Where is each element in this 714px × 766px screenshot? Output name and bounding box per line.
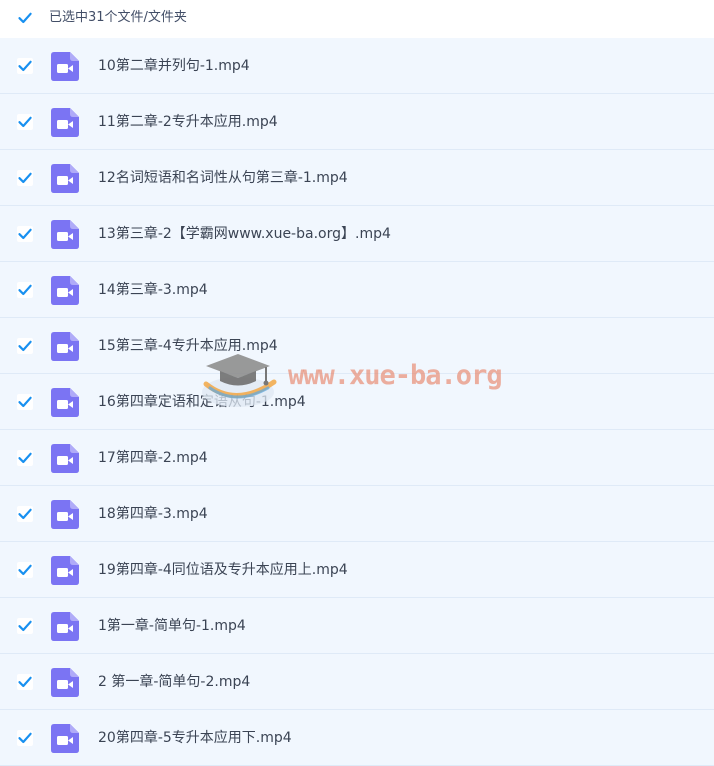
file-row[interactable]: 1第一章-简单句-1.mp4 <box>0 598 714 654</box>
check-icon <box>18 340 32 352</box>
file-name[interactable]: 10第二章并列句-1.mp4 <box>98 56 250 76</box>
file-row[interactable]: 14第三章-3.mp4 <box>0 262 714 318</box>
file-checkbox[interactable] <box>17 506 33 522</box>
video-file-icon <box>51 276 79 305</box>
video-file-icon <box>51 164 79 193</box>
file-checkbox[interactable] <box>17 58 33 74</box>
check-icon <box>18 60 32 72</box>
file-checkbox[interactable] <box>17 394 33 410</box>
file-name[interactable]: 16第四章定语和定语从句-1.mp4 <box>98 392 306 412</box>
check-icon <box>18 732 32 744</box>
video-file-icon <box>51 388 79 417</box>
file-name[interactable]: 19第四章-4同位语及专升本应用上.mp4 <box>98 560 348 580</box>
file-row[interactable]: 15第三章-4专升本应用.mp4 <box>0 318 714 374</box>
file-row[interactable]: 11第二章-2专升本应用.mp4 <box>0 94 714 150</box>
video-file-icon <box>51 220 79 249</box>
file-row[interactable]: 20第四章-5专升本应用下.mp4 <box>0 710 714 766</box>
file-name[interactable]: 17第四章-2.mp4 <box>98 448 208 468</box>
video-file-icon <box>51 332 79 361</box>
video-file-icon <box>51 612 79 641</box>
video-file-icon <box>51 444 79 473</box>
check-icon <box>18 396 32 408</box>
file-list: 10第二章并列句-1.mp4 11第二章-2专升本应用.mp4 12名词短语和名词性… <box>0 38 714 766</box>
file-checkbox[interactable] <box>17 226 33 242</box>
file-checkbox[interactable] <box>17 114 33 130</box>
file-name[interactable]: 12名词短语和名词性从句第三章-1.mp4 <box>98 168 348 188</box>
file-checkbox[interactable] <box>17 562 33 578</box>
file-checkbox[interactable] <box>17 170 33 186</box>
file-checkbox[interactable] <box>17 282 33 298</box>
file-row[interactable]: 10第二章并列句-1.mp4 <box>0 38 714 94</box>
select-all-checkbox[interactable] <box>17 10 33 26</box>
file-name[interactable]: 1第一章-简单句-1.mp4 <box>98 616 246 636</box>
file-name[interactable]: 20第四章-5专升本应用下.mp4 <box>98 728 292 748</box>
file-row[interactable]: 13第三章-2【学霸网www.xue-ba.org】.mp4 <box>0 206 714 262</box>
file-row[interactable]: 12名词短语和名词性从句第三章-1.mp4 <box>0 150 714 206</box>
file-name[interactable]: 11第二章-2专升本应用.mp4 <box>98 112 278 132</box>
file-checkbox[interactable] <box>17 338 33 354</box>
file-name[interactable]: 18第四章-3.mp4 <box>98 504 208 524</box>
file-name[interactable]: 15第三章-4专升本应用.mp4 <box>98 336 278 356</box>
check-icon <box>18 508 32 520</box>
selection-header: 已选中31个文件/文件夹 <box>0 0 714 38</box>
file-row[interactable]: 16第四章定语和定语从句-1.mp4 <box>0 374 714 430</box>
file-name[interactable]: 14第三章-3.mp4 <box>98 280 208 300</box>
check-icon <box>18 676 32 688</box>
check-icon <box>18 116 32 128</box>
file-checkbox[interactable] <box>17 674 33 690</box>
file-name[interactable]: 13第三章-2【学霸网www.xue-ba.org】.mp4 <box>98 224 391 244</box>
file-row[interactable]: 18第四章-3.mp4 <box>0 486 714 542</box>
check-icon <box>18 564 32 576</box>
file-row[interactable]: 19第四章-4同位语及专升本应用上.mp4 <box>0 542 714 598</box>
video-file-icon <box>51 556 79 585</box>
check-icon <box>18 452 32 464</box>
video-file-icon <box>51 500 79 529</box>
file-checkbox[interactable] <box>17 450 33 466</box>
file-checkbox[interactable] <box>17 730 33 746</box>
selection-count-label: 已选中31个文件/文件夹 <box>49 10 187 25</box>
check-icon <box>18 228 32 240</box>
check-icon <box>18 12 32 24</box>
check-icon <box>18 172 32 184</box>
check-icon <box>18 284 32 296</box>
video-file-icon <box>51 108 79 137</box>
file-checkbox[interactable] <box>17 618 33 634</box>
file-row[interactable]: 17第四章-2.mp4 <box>0 430 714 486</box>
file-row[interactable]: 2 第一章-简单句-2.mp4 <box>0 654 714 710</box>
check-icon <box>18 620 32 632</box>
video-file-icon <box>51 52 79 81</box>
video-file-icon <box>51 668 79 697</box>
video-file-icon <box>51 724 79 753</box>
file-name[interactable]: 2 第一章-简单句-2.mp4 <box>98 672 250 692</box>
file-selection-view: 已选中31个文件/文件夹 10第二章并列句-1.mp4 11第二章-2专升本应用.… <box>0 0 714 766</box>
